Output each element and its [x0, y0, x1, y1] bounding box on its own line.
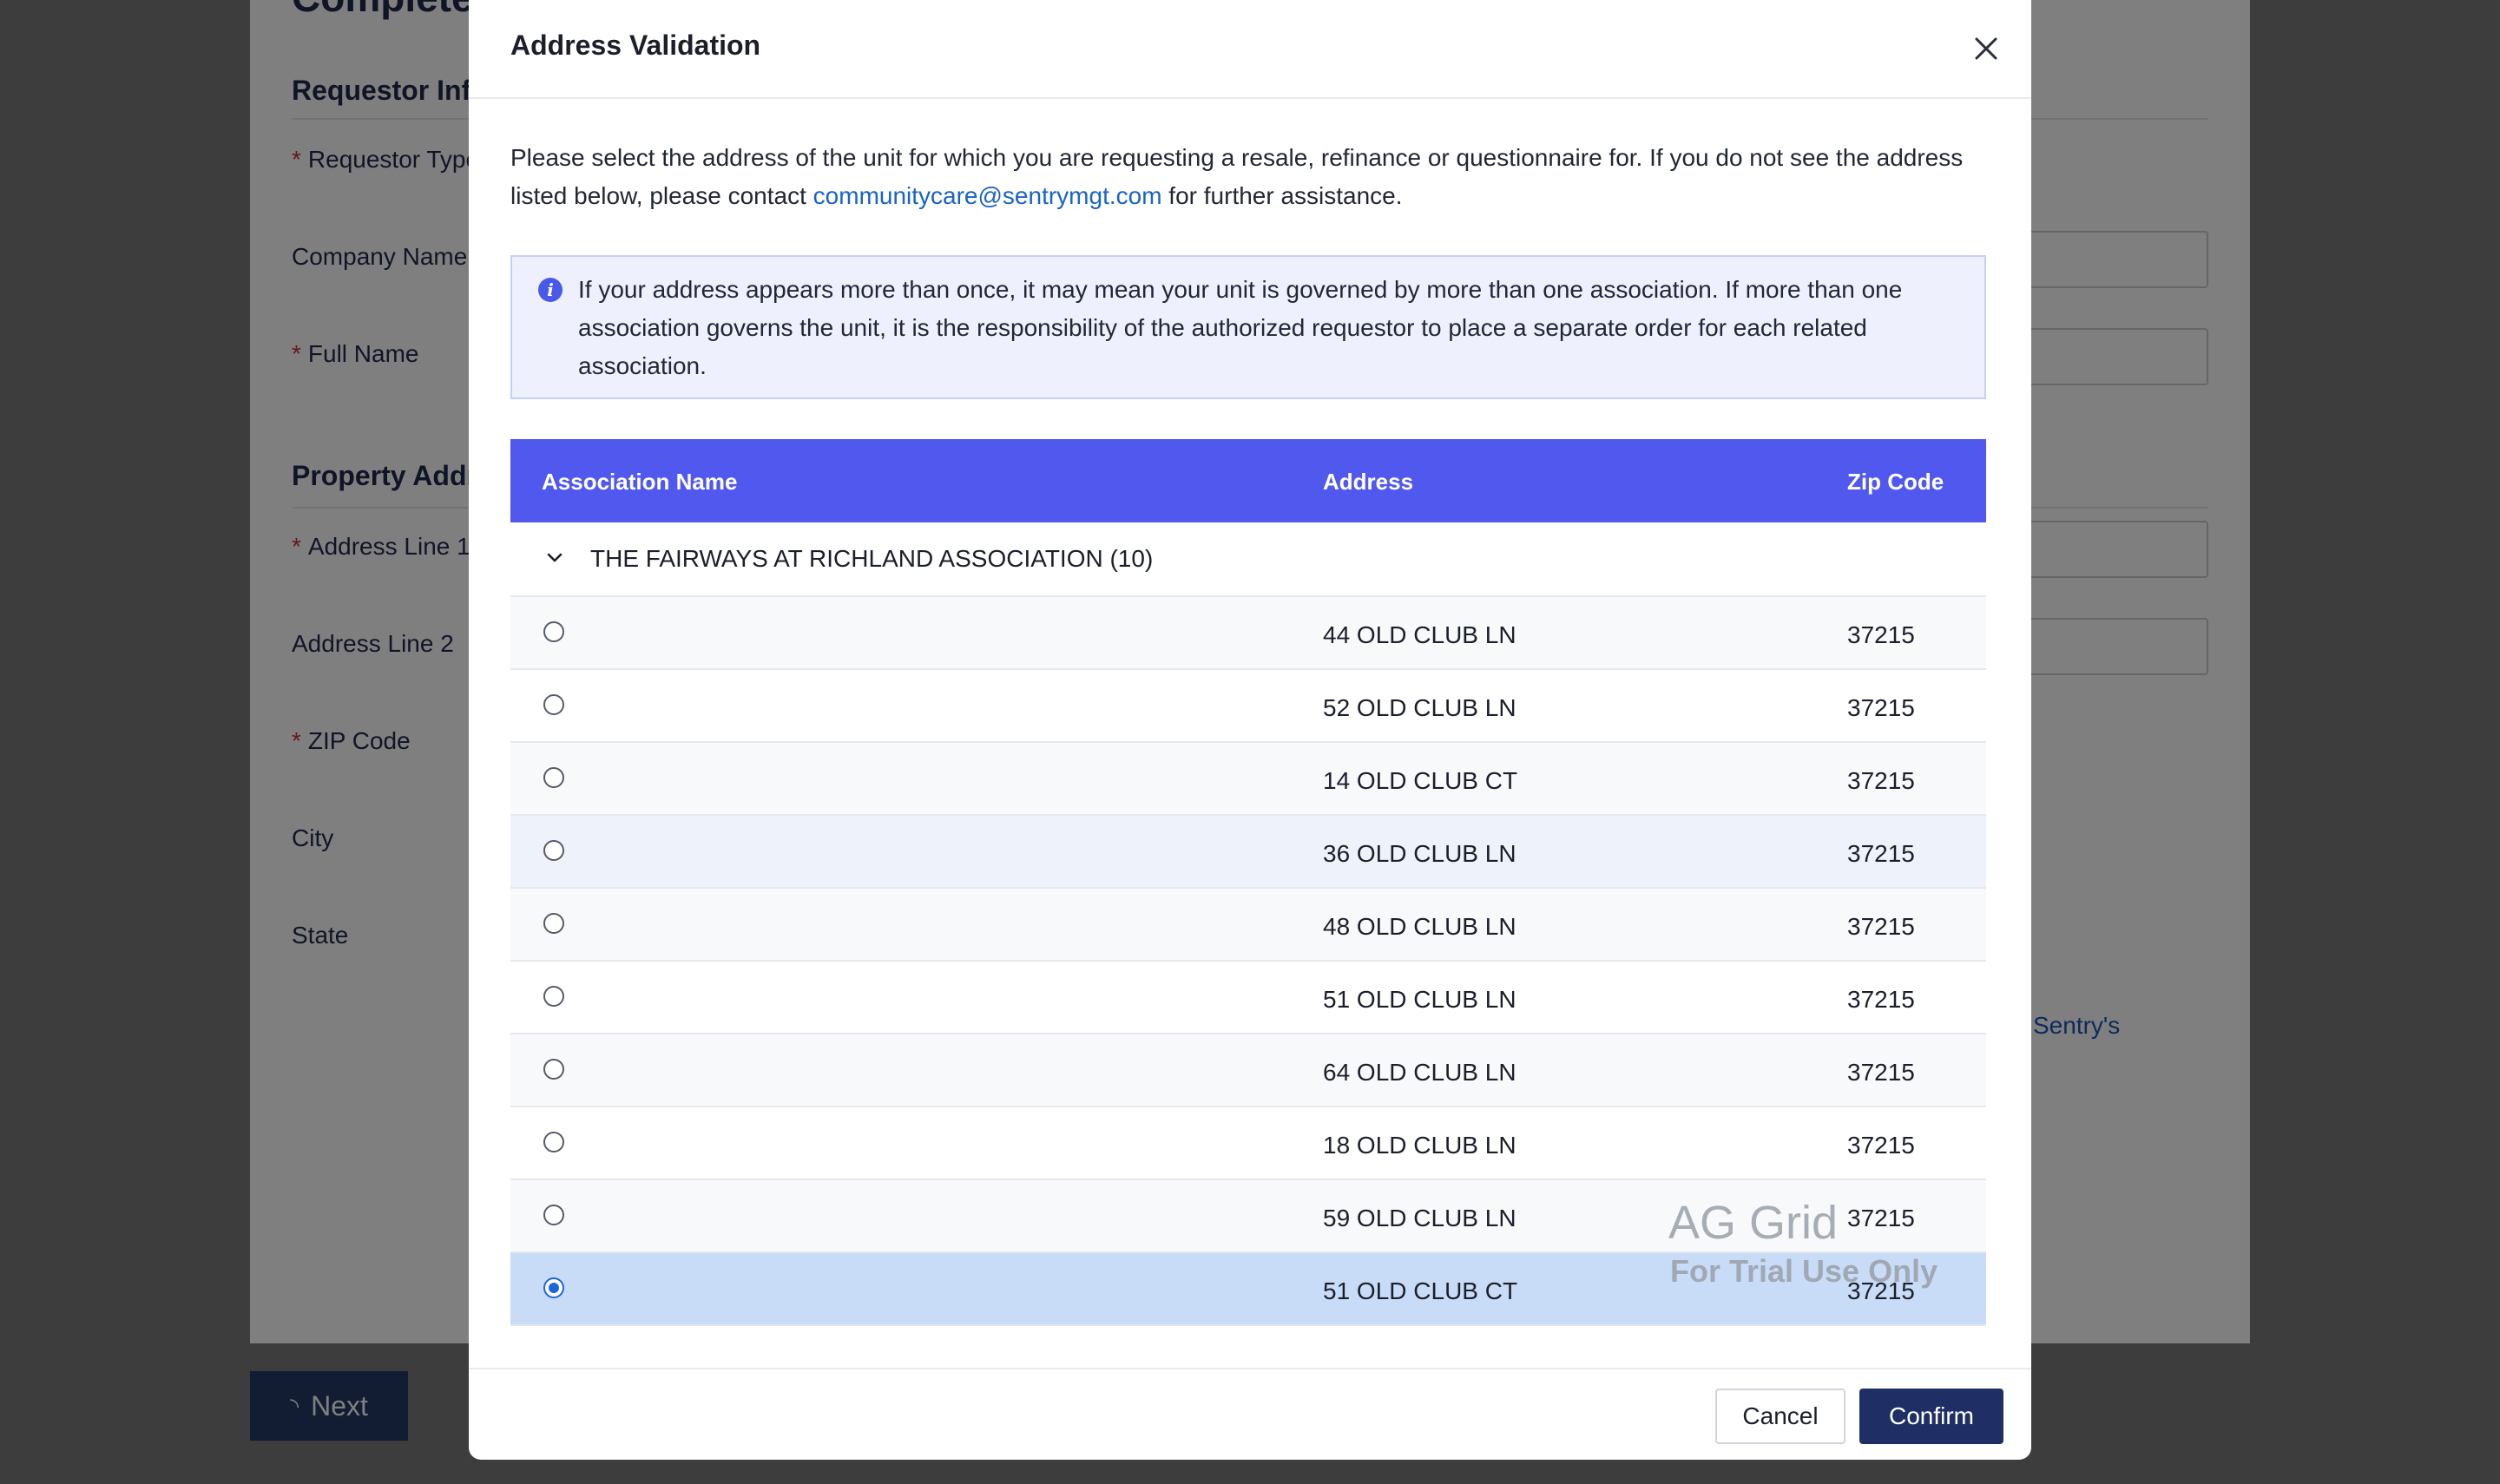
- address-cell: 52 OLD CLUB LN: [1323, 694, 1516, 721]
- grid-body: 44 OLD CLUB LN 37215 52 OLD CLUB LN 37215 14…: [510, 597, 1986, 1326]
- cancel-button[interactable]: Cancel: [1715, 1389, 1845, 1444]
- table-row[interactable]: 52 OLD CLUB LN 37215: [510, 670, 1986, 743]
- table-row[interactable]: 64 OLD CLUB LN 37215: [510, 1034, 1986, 1107]
- table-row[interactable]: 51 OLD CLUB CT 37215: [510, 1253, 1986, 1326]
- intro-text: Please select the address of the unit fo…: [510, 139, 1995, 215]
- row-radio[interactable]: [543, 1132, 564, 1152]
- row-radio[interactable]: [543, 913, 564, 934]
- zip-cell: 37215: [1847, 1059, 1915, 1086]
- column-header-association[interactable]: Association Name: [542, 469, 737, 496]
- support-email-link[interactable]: communitycare@sentrymgt.com: [813, 182, 1162, 209]
- zip-cell: 37215: [1847, 694, 1915, 721]
- table-row[interactable]: 44 OLD CLUB LN 37215: [510, 597, 1986, 670]
- column-header-zip[interactable]: Zip Code: [1847, 469, 1944, 496]
- row-radio[interactable]: [543, 840, 564, 861]
- address-cell: 44 OLD CLUB LN: [1323, 621, 1516, 648]
- zip-cell: 37215: [1847, 913, 1915, 940]
- address-cell: 48 OLD CLUB LN: [1323, 913, 1516, 940]
- table-row[interactable]: 18 OLD CLUB LN 37215: [510, 1107, 1986, 1180]
- zip-cell: 37215: [1847, 621, 1915, 648]
- address-grid: Association Name Address Zip Code THE FA…: [510, 439, 1986, 1326]
- address-cell: 51 OLD CLUB CT: [1323, 1277, 1518, 1304]
- zip-cell: 37215: [1847, 767, 1915, 794]
- table-row[interactable]: 51 OLD CLUB LN 37215: [510, 962, 1986, 1034]
- chevron-down-icon[interactable]: [542, 545, 568, 571]
- zip-cell: 37215: [1847, 1205, 1915, 1231]
- address-cell: 64 OLD CLUB LN: [1323, 1059, 1516, 1086]
- row-radio[interactable]: [543, 694, 564, 715]
- address-cell: 14 OLD CLUB CT: [1323, 767, 1518, 794]
- modal-title: Address Validation: [510, 30, 761, 61]
- modal-footer: Cancel Confirm: [469, 1368, 2031, 1460]
- zip-cell: 37215: [1847, 986, 1915, 1013]
- zip-cell: 37215: [1847, 1277, 1915, 1304]
- row-radio[interactable]: [543, 1205, 564, 1225]
- table-row[interactable]: 36 OLD CLUB LN 37215: [510, 816, 1986, 889]
- address-cell: 36 OLD CLUB LN: [1323, 840, 1516, 867]
- zip-cell: 37215: [1847, 840, 1915, 867]
- close-icon: [1975, 37, 1997, 60]
- info-text: If your address appears more than once, …: [578, 276, 1903, 379]
- address-cell: 59 OLD CLUB LN: [1323, 1205, 1516, 1231]
- confirm-button[interactable]: Confirm: [1859, 1389, 2003, 1444]
- row-radio[interactable]: [543, 986, 564, 1007]
- intro-text-part: for further assistance.: [1161, 182, 1403, 209]
- row-radio[interactable]: [543, 1277, 564, 1298]
- row-radio[interactable]: [543, 621, 564, 642]
- info-icon: i: [538, 278, 562, 302]
- grid-header: Association Name Address Zip Code: [510, 439, 1986, 522]
- table-row[interactable]: 48 OLD CLUB LN 37215: [510, 889, 1986, 962]
- table-row[interactable]: 14 OLD CLUB CT 37215: [510, 743, 1986, 816]
- address-cell: 51 OLD CLUB LN: [1323, 986, 1516, 1013]
- row-radio[interactable]: [543, 1059, 564, 1080]
- group-label: THE FAIRWAYS AT RICHLAND ASSOCIATION (10…: [590, 545, 1154, 572]
- row-radio[interactable]: [543, 767, 564, 788]
- close-button[interactable]: [1967, 30, 2005, 68]
- modal-header: Address Validation: [469, 0, 2031, 99]
- address-cell: 18 OLD CLUB LN: [1323, 1132, 1516, 1159]
- table-row[interactable]: 59 OLD CLUB LN 37215: [510, 1180, 1986, 1253]
- info-callout: i If your address appears more than once…: [510, 255, 1986, 399]
- zip-cell: 37215: [1847, 1132, 1915, 1159]
- address-validation-dialog: Address Validation Please select the add…: [469, 0, 2031, 1460]
- column-header-address[interactable]: Address: [1323, 469, 1413, 496]
- group-row[interactable]: THE FAIRWAYS AT RICHLAND ASSOCIATION (10…: [510, 522, 1986, 597]
